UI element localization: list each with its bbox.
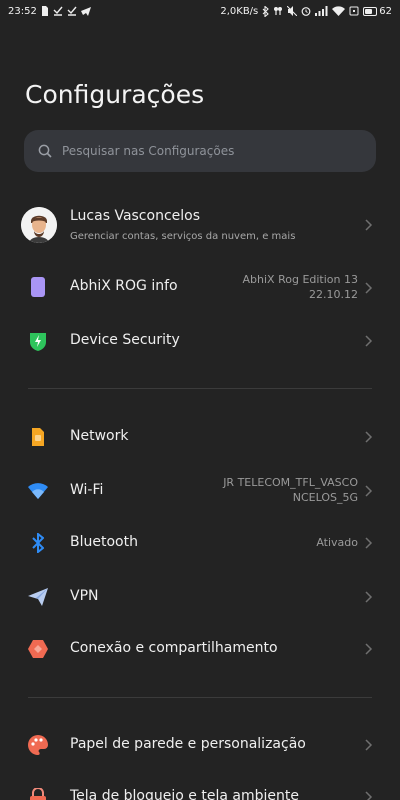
section-divider — [28, 697, 372, 698]
avatar — [21, 207, 57, 243]
mute-icon — [287, 5, 298, 17]
abhix-value-line1: AbhiX Rog Edition 13 — [242, 273, 358, 286]
rotation-lock-icon — [349, 5, 359, 17]
connection-sharing-row[interactable]: Conexão e compartilhamento — [0, 628, 400, 670]
lockscreen-row[interactable]: Tela de bloqueio e tela ambiente — [0, 778, 400, 800]
search-icon — [38, 144, 52, 158]
wifi-status-icon — [332, 5, 346, 17]
chevron-right-icon — [365, 485, 373, 497]
abhix-rog-info-row[interactable]: AbhiX ROG info AbhiX Rog Edition 13 22.1… — [0, 266, 400, 310]
battery-icon — [363, 6, 378, 16]
bluetooth-row[interactable]: Bluetooth Ativado — [0, 522, 400, 564]
bluetooth-status: Ativado — [316, 536, 358, 549]
chevron-right-icon — [365, 591, 373, 603]
battery-level: 62 — [379, 5, 392, 17]
chevron-right-icon — [365, 791, 373, 800]
status-left: 23:52 — [8, 5, 91, 17]
download-done-icon-2 — [67, 5, 77, 17]
sim-card-icon — [41, 5, 49, 17]
status-bar: 23:52 2,0KB/s 62 — [0, 0, 400, 22]
wifi-value-line2: NCELOS_5G — [292, 491, 358, 504]
battery-indicator: 62 — [363, 6, 392, 17]
abhix-label: AbhiX ROG info — [70, 278, 178, 294]
chevron-right-icon — [365, 282, 373, 294]
chevron-right-icon — [365, 739, 373, 751]
earbuds-icon — [273, 5, 283, 17]
device-security-label: Device Security — [70, 332, 180, 348]
alarm-icon — [301, 5, 311, 17]
sim-card-settings-icon — [28, 427, 48, 447]
network-label: Network — [70, 428, 129, 444]
connection-label: Conexão e compartilhamento — [70, 640, 278, 656]
chevron-right-icon — [365, 537, 373, 549]
search-placeholder: Pesquisar nas Configurações — [62, 144, 235, 158]
connection-sharing-icon — [28, 639, 48, 659]
network-speed: 2,0KB/s — [220, 5, 259, 17]
phone-info-icon — [28, 277, 48, 297]
bluetooth-icon — [28, 533, 48, 553]
status-right: 2,0KB/s 62 — [220, 5, 392, 17]
telegram-icon — [80, 5, 91, 17]
wallpaper-label: Papel de parede e personalização — [70, 736, 306, 752]
wifi-label: Wi-Fi — [70, 482, 104, 498]
vpn-label: VPN — [70, 588, 99, 604]
lock-icon — [28, 788, 48, 800]
wifi-value: JR TELECOM_TFL_VASCO NCELOS_5G — [223, 475, 358, 505]
chevron-right-icon — [365, 643, 373, 655]
bluetooth-label: Bluetooth — [70, 534, 138, 550]
download-done-icon — [53, 5, 63, 17]
bluetooth-status-icon — [262, 5, 270, 17]
abhix-value-line2: 22.10.12 — [309, 288, 358, 301]
status-time: 23:52 — [8, 5, 37, 17]
section-divider — [28, 388, 372, 389]
profile-name: Lucas Vasconcelos — [70, 208, 201, 224]
lockscreen-label: Tela de bloqueio e tela ambiente — [70, 788, 299, 800]
signal-icon — [315, 5, 328, 17]
wifi-icon — [28, 481, 48, 501]
chevron-right-icon — [365, 335, 373, 347]
chevron-right-icon — [365, 431, 373, 443]
shield-lightning-icon — [28, 331, 48, 351]
device-security-row[interactable]: Device Security — [0, 320, 400, 362]
search-bar[interactable]: Pesquisar nas Configurações — [24, 130, 376, 172]
page-title: Configurações — [25, 80, 205, 109]
network-row[interactable]: Network — [0, 416, 400, 458]
palette-icon — [28, 735, 48, 755]
chevron-right-icon — [365, 219, 373, 231]
abhix-value: AbhiX Rog Edition 13 22.10.12 — [243, 272, 358, 302]
wifi-row[interactable]: Wi-Fi JR TELECOM_TFL_VASCO NCELOS_5G — [0, 470, 400, 512]
profile-subtitle: Gerenciar contas, serviços da nuvem, e m… — [70, 231, 296, 242]
wifi-value-line1: JR TELECOM_TFL_VASCO — [223, 476, 358, 489]
wallpaper-row[interactable]: Papel de parede e personalização — [0, 724, 400, 766]
vpn-send-icon — [28, 587, 48, 607]
vpn-row[interactable]: VPN — [0, 576, 400, 618]
